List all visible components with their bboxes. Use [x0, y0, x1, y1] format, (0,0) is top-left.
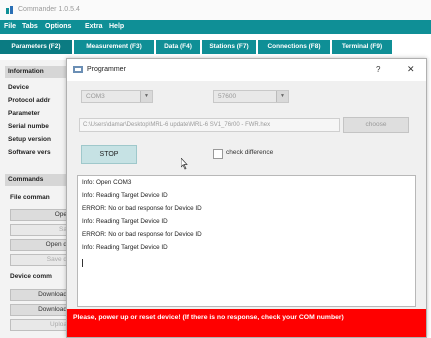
open-device-button[interactable]: Open d — [10, 239, 68, 251]
upload-button[interactable]: Uploa — [10, 319, 68, 331]
check-difference-checkbox[interactable] — [213, 149, 223, 159]
log-line: Info: Reading Target Device ID — [82, 218, 168, 225]
log-line: Info: Reading Target Device ID — [82, 192, 168, 199]
info-label-software: Software vers — [8, 149, 51, 156]
mouse-cursor-icon — [181, 158, 188, 170]
menu-file[interactable]: File — [4, 23, 16, 30]
file-path-field[interactable]: C:\Users\damar\Desktop\MRL-6 update\MRL-… — [79, 118, 340, 132]
tab-connections[interactable]: Connections (F8) — [258, 40, 330, 54]
menu-help[interactable]: Help — [109, 23, 124, 30]
app-title: Commander 1.0.5.4 — [18, 6, 80, 13]
choose-button[interactable]: choose — [343, 117, 409, 133]
file-commands-header: File comman — [10, 194, 50, 201]
status-message: Please, power up or reset device! (If th… — [73, 314, 344, 321]
info-label-device: Device — [8, 84, 29, 91]
info-label-setup: Setup version — [8, 136, 51, 143]
menu-tabs[interactable]: Tabs — [22, 23, 38, 30]
log-line: Info: Reading Target Device ID — [82, 244, 168, 251]
device-commands-header: Device comm — [10, 273, 52, 280]
save-device-button[interactable]: Save d — [10, 254, 68, 266]
port-select-value: COM3 — [86, 93, 105, 100]
close-icon[interactable]: ✕ — [407, 64, 415, 75]
info-label-serial: Serial numbe — [8, 123, 49, 130]
tab-terminal[interactable]: Terminal (F9) — [332, 40, 392, 54]
status-bar: Please, power up or reset device! (If th… — [67, 309, 426, 337]
check-difference-label: check difference — [226, 149, 274, 156]
app-logo-icon — [6, 6, 13, 14]
info-label-parameter: Parameter — [8, 110, 40, 117]
info-label-protocol: Protocol addr — [8, 97, 51, 104]
stop-button[interactable]: STOP — [81, 145, 137, 164]
menu-bar: File Tabs Options Extra Help — [0, 20, 431, 34]
app-titlebar: Commander 1.0.5.4 — [0, 0, 431, 20]
tab-measurement[interactable]: Measurement (F3) — [74, 40, 154, 54]
log-line: Info: Open COM3 — [82, 179, 132, 186]
help-icon[interactable]: ? — [376, 65, 380, 74]
text-caret — [82, 259, 83, 267]
log-line: ERROR: No or bad response for Device ID — [82, 231, 202, 238]
chevron-down-icon: ▼ — [276, 91, 288, 102]
tab-parameters[interactable]: Parameters (F2) — [0, 40, 72, 54]
log-output[interactable]: Info: Open COM3 Info: Reading Target Dev… — [77, 175, 416, 307]
baud-select[interactable]: 57600 ▼ — [213, 90, 289, 103]
open-button[interactable]: Ope — [10, 209, 68, 221]
commands-header: Commands — [5, 174, 70, 186]
information-header: Information — [5, 66, 70, 78]
menu-options[interactable]: Options — [45, 23, 71, 30]
dialog-titlebar: Programmer ? ✕ — [67, 59, 426, 81]
menu-extra[interactable]: Extra — [85, 23, 103, 30]
tab-stations[interactable]: Stations (F7) — [202, 40, 256, 54]
programmer-icon — [73, 66, 83, 73]
programmer-dialog: Programmer ? ✕ COM3 ▼ 57600 ▼ C:\Users\d… — [66, 58, 427, 338]
dialog-title: Programmer — [87, 66, 126, 73]
chevron-down-icon: ▼ — [140, 91, 152, 102]
download-button-1[interactable]: Download — [10, 289, 68, 301]
tab-data[interactable]: Data (F4) — [156, 40, 200, 54]
port-select[interactable]: COM3 ▼ — [81, 90, 153, 103]
left-panel: Information Device Protocol addr Paramet… — [0, 60, 70, 338]
save-button[interactable]: Sa — [10, 224, 68, 236]
log-line: ERROR: No or bad response for Device ID — [82, 205, 202, 212]
baud-select-value: 57600 — [218, 93, 237, 100]
download-button-2[interactable]: Download — [10, 304, 68, 316]
